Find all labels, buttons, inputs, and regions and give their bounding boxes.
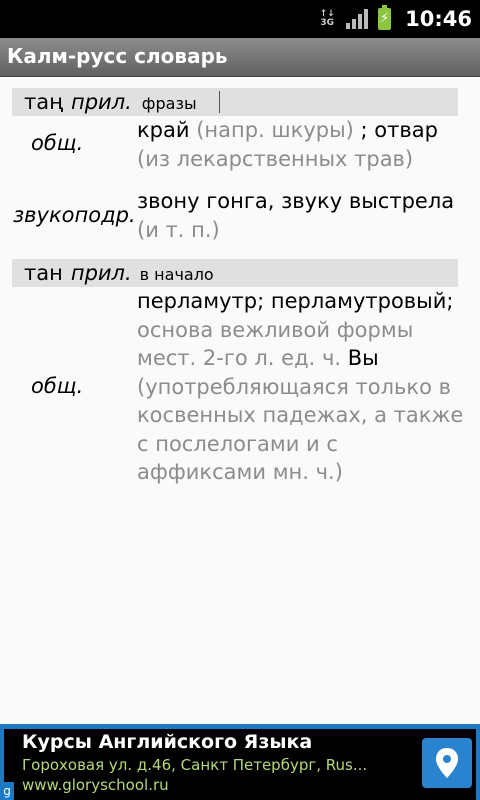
header-divider	[218, 91, 220, 113]
app-title-bar: Калм-русс словарь	[0, 38, 480, 77]
entry-header[interactable]: тан прил. в начало	[12, 259, 458, 287]
sense-definition: край (напр. шкуры) ; отвар (из лекарстве…	[137, 118, 438, 171]
sense-label: звукоподр.	[13, 203, 136, 227]
ad-address: Гороховая ул. д.46, Санкт Петербург, Rus…	[22, 756, 368, 774]
sense-definition: звону гонга, звуку выстрела (и т. п.)	[137, 189, 455, 242]
signal-strength-icon	[346, 9, 369, 29]
status-icons: ↑↓ 3G ⚡ 10:46	[318, 0, 472, 38]
ad-title[interactable]: Курсы Английского Языка	[22, 731, 312, 753]
entry-word: таң	[24, 90, 63, 114]
ad-banner[interactable]: Курсы Английского Языка Гороховая ул. д.…	[0, 724, 480, 800]
status-time: 10:46	[405, 7, 472, 31]
ad-body[interactable]: Курсы Английского Языка Гороховая ул. д.…	[4, 729, 476, 800]
ad-url[interactable]: www.gloryschool.ru	[22, 776, 169, 794]
network-3g-icon: ↑↓ 3G	[319, 9, 335, 28]
ad-map-button[interactable]	[422, 738, 472, 788]
sense-label: общ.	[31, 131, 84, 155]
sense-label: общ.	[31, 374, 84, 398]
entry-header[interactable]: таң прил. фразы	[12, 88, 458, 116]
to-start-link[interactable]: в начало	[140, 265, 214, 284]
ad-badge: g	[0, 782, 14, 800]
entry-word: тан	[24, 261, 63, 285]
entry-part-of-speech: прил.	[70, 90, 132, 114]
sense-definition: перламутр; перламутровый; основа вежливо…	[137, 289, 464, 484]
battery-charging-icon: ⚡	[378, 5, 392, 30]
entry-part-of-speech: прил.	[70, 261, 132, 285]
map-pin-icon	[436, 748, 458, 778]
phrases-link[interactable]: фразы	[142, 94, 197, 113]
app-title: Калм-русс словарь	[7, 44, 228, 68]
status-bar: ↑↓ 3G ⚡ 10:46	[0, 0, 480, 38]
